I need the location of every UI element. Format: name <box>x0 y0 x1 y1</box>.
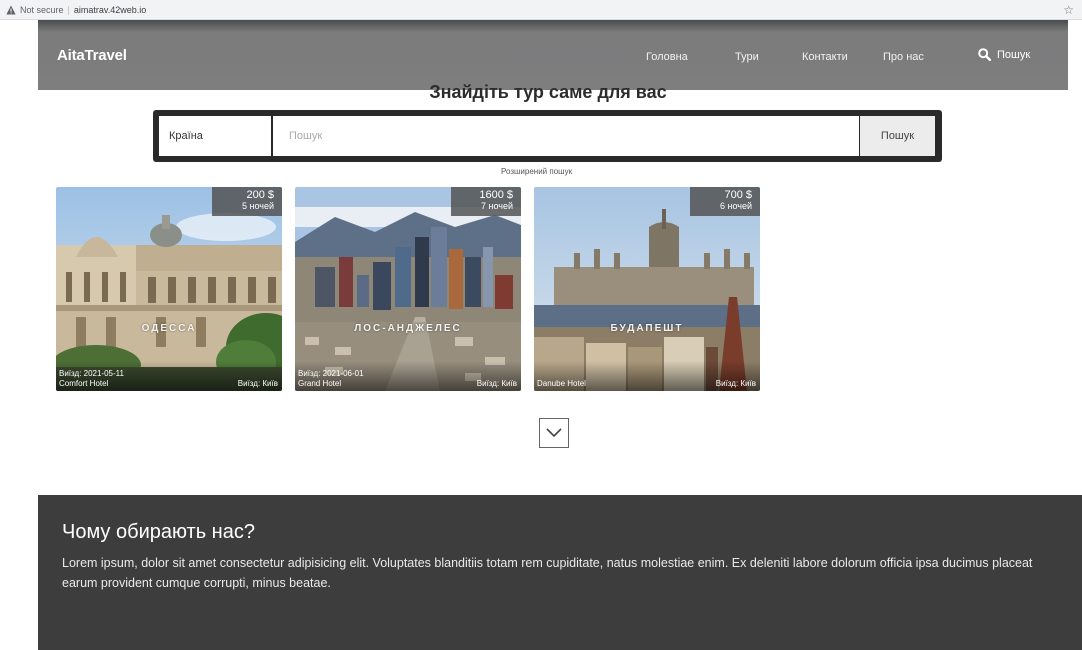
tour-departure-city: Виїзд: Київ <box>476 379 517 388</box>
url-text[interactable]: aimatrav.42web.io <box>74 5 146 15</box>
page-title: Знайдіть тур саме для вас <box>429 82 667 102</box>
tour-price: 1600 $ <box>479 189 513 201</box>
tour-card-budapest[interactable]: 700 $ 6 ночей БУДАПЕШТ Danube Hotel Виїз… <box>534 187 760 391</box>
scroll-down-button[interactable] <box>539 418 569 448</box>
address-separator: | <box>67 4 70 15</box>
tour-city: ЛОС-АНДЖЕЛЕС <box>354 323 462 334</box>
price-tag: 1600 $ 7 ночей <box>451 187 521 216</box>
tour-city: БУДАПЕШТ <box>610 323 684 334</box>
tour-departure-city: Виїзд: Київ <box>237 379 278 388</box>
header-search-link[interactable]: Пошук <box>978 48 1030 61</box>
card-footer: Виїзд: 2021-05-11 Comfort Hotel Виїзд: К… <box>56 361 282 391</box>
nav-home[interactable]: Головна <box>646 51 688 63</box>
nav-contacts[interactable]: Контакти <box>802 51 848 63</box>
search-bar: Країна Пошук <box>153 110 942 162</box>
security-label: Not secure <box>20 4 64 15</box>
search-icon <box>978 48 991 61</box>
card-footer: Danube Hotel Виїзд: Київ <box>534 361 760 391</box>
tour-card-los-angeles[interactable]: 1600 $ 7 ночей ЛОС-АНДЖЕЛЕС Виїзд: 2021-… <box>295 187 521 391</box>
price-tag: 200 $ 5 ночей <box>212 187 282 216</box>
nav-about[interactable]: Про нас <box>883 51 924 63</box>
browser-address-bar[interactable]: Not secure | aimatrav.42web.io ☆ <box>0 0 1082 20</box>
tour-card-odesa[interactable]: 200 $ 5 ночей ОДЕССА Виїзд: 2021-05-11 C… <box>56 187 282 391</box>
search-input[interactable] <box>273 116 859 156</box>
chevron-down-icon <box>546 428 562 438</box>
nav-tours[interactable]: Тури <box>735 51 759 63</box>
tour-hotel: Grand Hotel <box>298 379 342 388</box>
bookmark-star-icon[interactable]: ☆ <box>1063 3 1074 17</box>
tour-departure-city: Виїзд: Київ <box>715 379 756 388</box>
tour-price: 200 $ <box>246 189 274 201</box>
country-select[interactable]: Країна <box>159 116 271 156</box>
tour-hotel: Comfort Hotel <box>59 379 109 388</box>
warning-icon <box>6 5 16 14</box>
tour-hotel: Danube Hotel <box>537 379 586 388</box>
tour-departure-date: Виїзд: 2021-05-11 <box>59 369 124 378</box>
why-us-section: Чому обирають нас? Lorem ipsum, dolor si… <box>38 495 1082 650</box>
tour-price: 700 $ <box>724 189 752 201</box>
why-us-text: Lorem ipsum, dolor sit amet consectetur … <box>62 556 1033 590</box>
header-search-label: Пошук <box>997 48 1031 61</box>
advanced-search-link[interactable]: Розширений пошук <box>501 167 572 176</box>
search-button[interactable]: Пошук <box>860 116 935 156</box>
tour-departure-date: Виїзд: 2021-06-01 <box>298 369 364 378</box>
brand-logo[interactable]: AitaTravel <box>57 47 127 64</box>
tour-city: ОДЕССА <box>141 323 197 334</box>
site-header: AitaTravel Головна Тури Контакти Про нас… <box>38 20 1068 90</box>
price-tag: 700 $ 6 ночей <box>690 187 760 216</box>
why-us-title: Чому обирають нас? <box>62 521 255 543</box>
tour-nights: 5 ночей <box>241 201 274 211</box>
tour-nights: 6 ночей <box>719 201 752 211</box>
card-footer: Виїзд: 2021-06-01 Grand Hotel Виїзд: Киї… <box>295 361 521 391</box>
tour-nights: 7 ночей <box>480 201 513 211</box>
